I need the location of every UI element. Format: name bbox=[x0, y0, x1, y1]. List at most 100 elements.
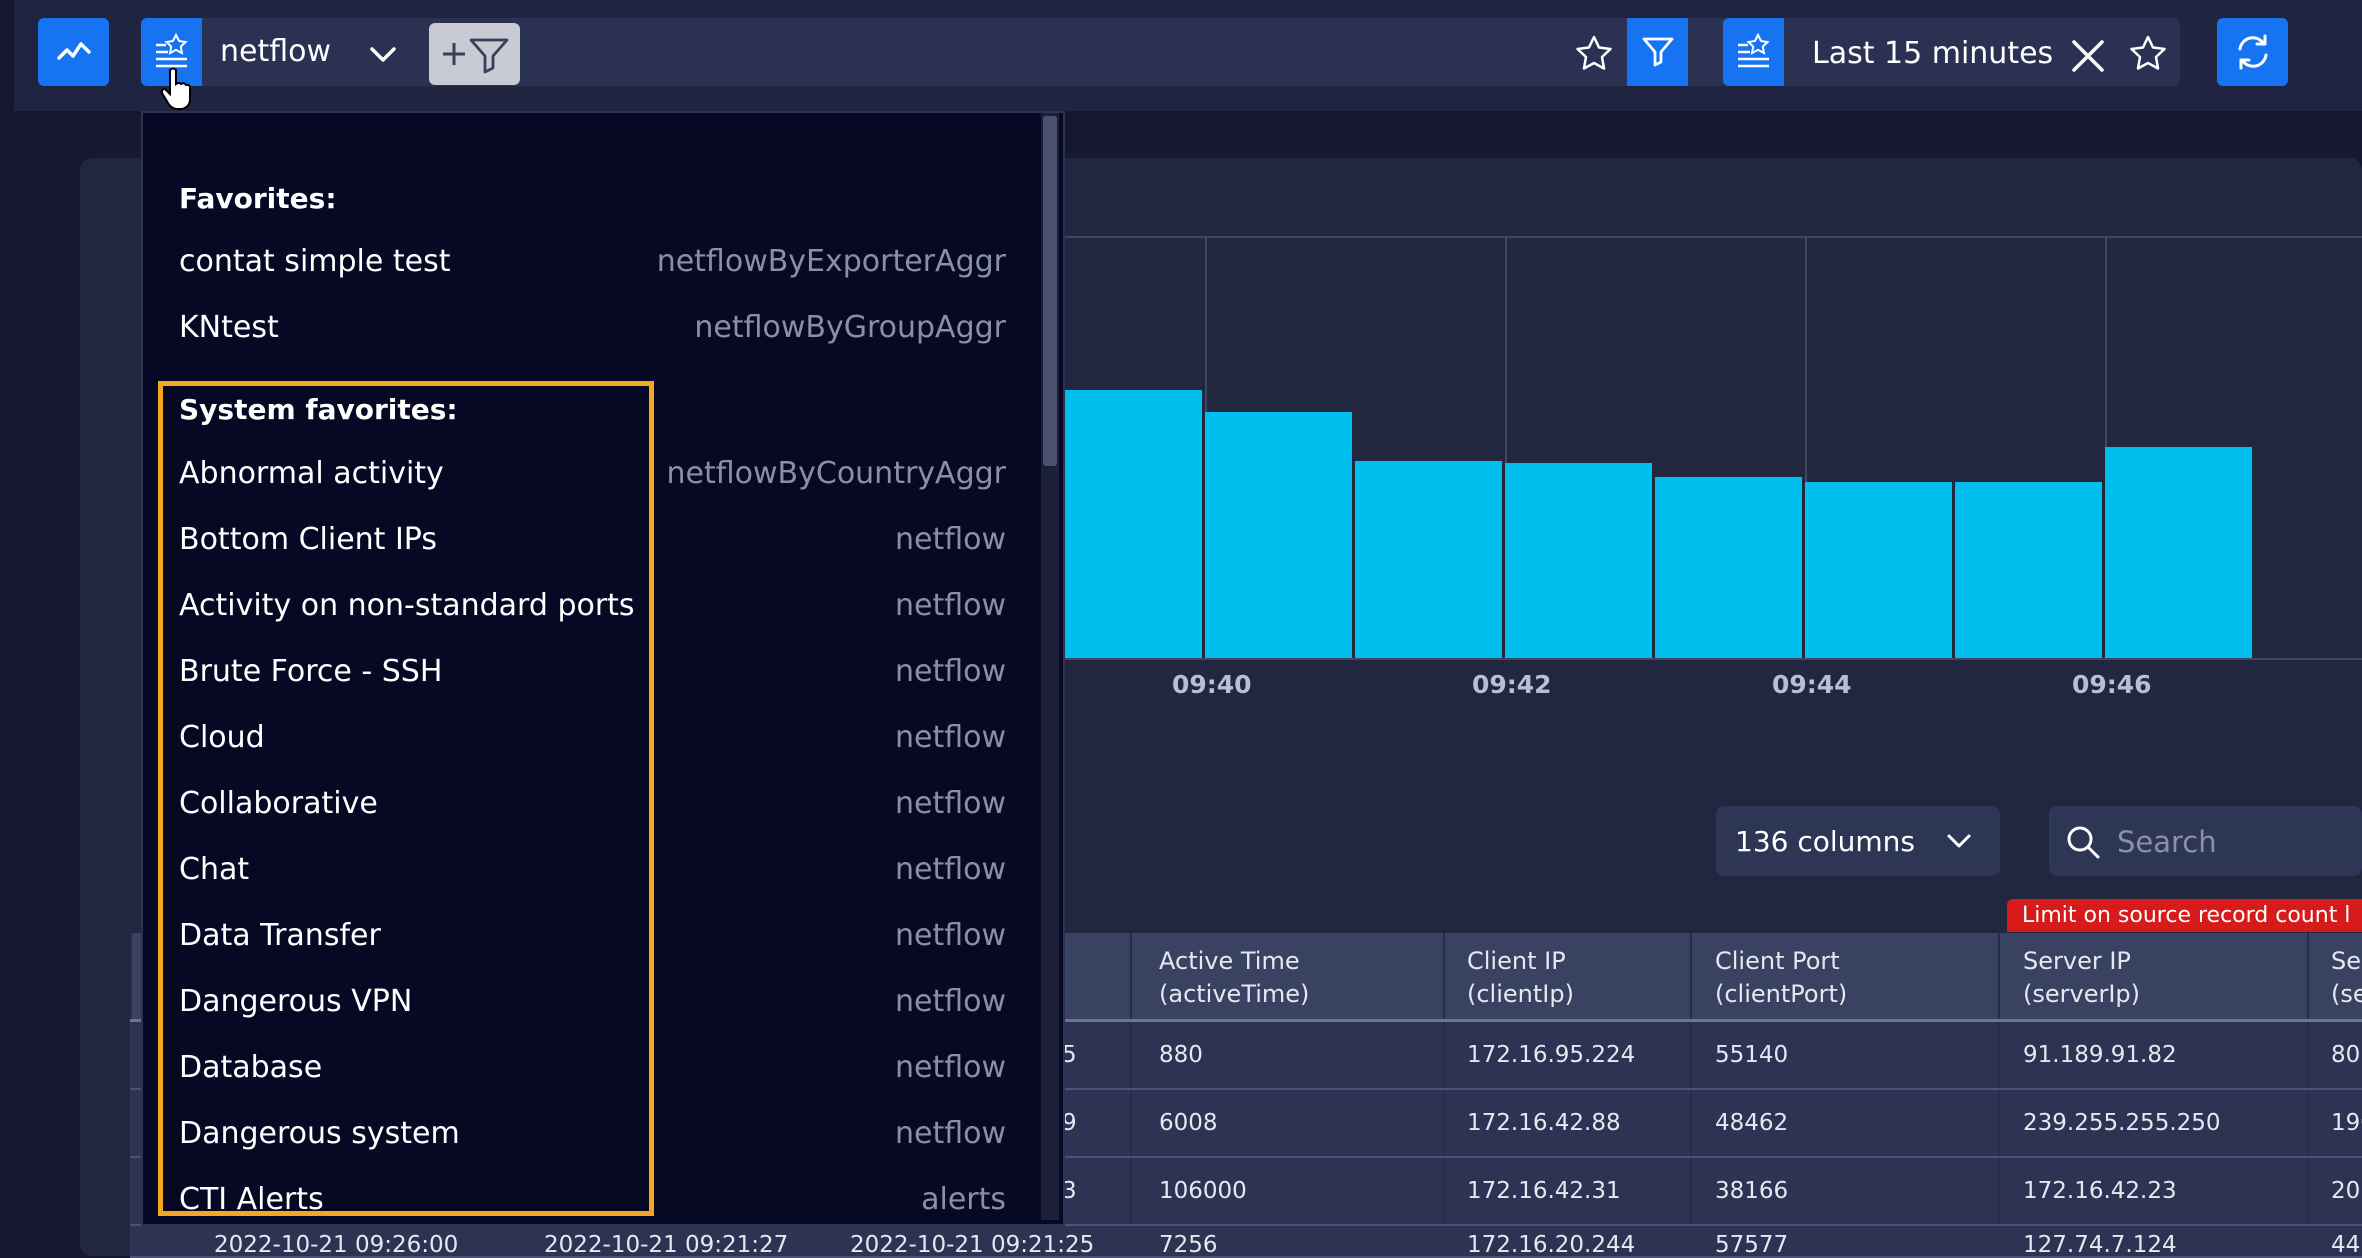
histogram-bar[interactable] bbox=[2105, 447, 2252, 658]
table-cell: 106000 bbox=[1159, 1178, 1247, 1204]
system-favorite-item-source: netflow bbox=[894, 852, 1006, 887]
activity-icon bbox=[56, 42, 91, 60]
system-favorite-item-source: alerts bbox=[921, 1182, 1006, 1217]
chevron-down-icon[interactable] bbox=[366, 37, 400, 71]
filter-toggle-button[interactable] bbox=[1627, 18, 1688, 86]
x-axis-tick-label: 09:42 bbox=[1472, 670, 1552, 699]
columns-select[interactable]: 136 columns bbox=[1716, 806, 2000, 876]
table-cell: 172.16.20.244 bbox=[1467, 1232, 1636, 1258]
table-cell: 2022-10-21 09:21:25 bbox=[850, 1232, 1095, 1258]
table-cell: 172.16.42.23 bbox=[2023, 1178, 2177, 1204]
table-cell: 172.16.42.88 bbox=[1467, 1110, 1621, 1136]
system-favorite-item-source: netflow bbox=[894, 1050, 1006, 1085]
column-header-client-ip[interactable]: Client IP (clientIp) bbox=[1467, 945, 1574, 1011]
column-divider bbox=[1998, 933, 2000, 1019]
table-cell: 190 bbox=[2331, 1110, 2362, 1136]
table-cell: 2022-10-21 09:21:27 bbox=[544, 1232, 789, 1258]
system-favorite-item-source: netflow bbox=[894, 1116, 1006, 1151]
table-cell: 239.255.255.250 bbox=[2023, 1110, 2221, 1136]
column-divider bbox=[1690, 1158, 1692, 1224]
star-icon[interactable] bbox=[1574, 34, 1614, 74]
histogram-bar[interactable] bbox=[1805, 482, 1952, 658]
refresh-icon bbox=[2238, 34, 2267, 70]
system-favorite-item-source: netflow bbox=[894, 522, 1006, 557]
filter-icon bbox=[1642, 37, 1673, 67]
system-favorite-item-source: netflow bbox=[894, 720, 1006, 755]
column-header-server-port[interactable]: Se (se bbox=[2331, 945, 2362, 1011]
favorite-item-name: KNtest bbox=[179, 310, 279, 345]
column-header-client-port[interactable]: Client Port (clientPort) bbox=[1715, 945, 1847, 1011]
histogram-chart bbox=[755, 236, 2362, 660]
table-cell: 172.16.42.31 bbox=[1467, 1178, 1621, 1204]
table-cell: 38166 bbox=[1715, 1178, 1789, 1204]
x-axis-tick-label: 09:46 bbox=[2072, 670, 2152, 699]
column-divider bbox=[1130, 1022, 1132, 1088]
column-divider bbox=[1130, 933, 1132, 1019]
column-divider bbox=[2307, 1022, 2309, 1088]
system-favorite-item-source: netflowByCountryAggr bbox=[666, 456, 1006, 491]
limit-warning-text: Limit on source record count l bbox=[2022, 903, 2351, 928]
histogram-bar[interactable] bbox=[1355, 461, 1502, 658]
star-icon[interactable] bbox=[2128, 34, 2168, 74]
table-cell: 172.16.95.224 bbox=[1467, 1042, 1636, 1068]
visualization-button[interactable] bbox=[38, 18, 109, 86]
table-cell: 48462 bbox=[1715, 1110, 1789, 1136]
favorite-item-source: netflowByGroupAggr bbox=[694, 310, 1006, 345]
gridline bbox=[1060, 658, 2362, 660]
column-divider bbox=[1998, 1022, 2000, 1088]
histogram-bar[interactable] bbox=[1205, 412, 1352, 658]
column-divider bbox=[2307, 1090, 2309, 1156]
search-placeholder: Search bbox=[2117, 825, 2217, 859]
column-divider bbox=[2307, 933, 2309, 1019]
column-divider bbox=[1443, 1158, 1445, 1224]
table-cell: 20 bbox=[2331, 1178, 2361, 1204]
system-favorite-item-source: netflow bbox=[894, 984, 1006, 1019]
hand-cursor-icon bbox=[160, 67, 191, 110]
x-axis-tick-label: 09:44 bbox=[1772, 670, 1852, 699]
system-favorite-item-source: netflow bbox=[894, 786, 1006, 821]
table-cell: 55140 bbox=[1715, 1042, 1789, 1068]
columns-count-label: 136 columns bbox=[1735, 825, 1916, 858]
histogram-bar[interactable] bbox=[1505, 463, 1652, 658]
histogram-bar[interactable] bbox=[1955, 482, 2102, 658]
favorite-item-name: contat simple test bbox=[179, 244, 451, 279]
saved-list-star-icon bbox=[1737, 32, 1770, 68]
close-icon[interactable] bbox=[2068, 36, 2108, 76]
table-cell: 80 bbox=[2331, 1042, 2361, 1068]
saved-time-button[interactable] bbox=[1723, 18, 1784, 86]
table-cell: 57577 bbox=[1715, 1232, 1789, 1258]
column-divider bbox=[130, 933, 132, 1019]
column-divider bbox=[1443, 1090, 1445, 1156]
column-header-active-time[interactable]: Active Time (activeTime) bbox=[1159, 945, 1309, 1011]
system-favorite-item-source: netflow bbox=[894, 918, 1006, 953]
table-cell: 44 bbox=[2331, 1232, 2361, 1258]
column-divider bbox=[1998, 1158, 2000, 1224]
table-cell: 6008 bbox=[1159, 1110, 1218, 1136]
column-divider bbox=[1130, 1090, 1132, 1156]
column-divider bbox=[1690, 933, 1692, 1019]
highlight-box bbox=[158, 381, 654, 1216]
column-divider bbox=[1130, 1158, 1132, 1224]
gridline bbox=[1060, 236, 2362, 238]
dropdown-scrollbar-thumb[interactable] bbox=[1043, 116, 1057, 466]
table-cell: 880 bbox=[1159, 1042, 1203, 1068]
add-filter-button[interactable] bbox=[429, 23, 520, 85]
add-filter-icon bbox=[442, 38, 508, 74]
system-favorite-item-source: netflow bbox=[894, 588, 1006, 623]
table-cell: 7256 bbox=[1159, 1232, 1218, 1258]
histogram-bar[interactable] bbox=[1055, 390, 1202, 658]
table-cell: 2022-10-21 09:26:00 bbox=[214, 1232, 459, 1258]
table-row[interactable]: 2022-10-21 09:26:00 2022-10-21 09:21:27 … bbox=[130, 1226, 2362, 1258]
x-axis-tick-label: 09:40 bbox=[1172, 670, 1252, 699]
column-divider bbox=[1690, 1090, 1692, 1156]
time-range-label[interactable]: Last 15 minutes bbox=[1812, 36, 2053, 71]
system-favorite-item-source: netflow bbox=[894, 654, 1006, 689]
refresh-button[interactable] bbox=[2217, 18, 2288, 86]
column-header-server-ip[interactable]: Server IP (serverIp) bbox=[2023, 945, 2140, 1011]
limit-warning-badge: Limit on source record count l bbox=[2007, 899, 2362, 932]
favorite-item-source: netflowByExporterAggr bbox=[656, 244, 1006, 279]
histogram-bar[interactable] bbox=[1655, 477, 1802, 658]
search-input[interactable]: Search bbox=[2049, 806, 2362, 876]
column-divider bbox=[1443, 933, 1445, 1019]
column-divider bbox=[2307, 1158, 2309, 1224]
